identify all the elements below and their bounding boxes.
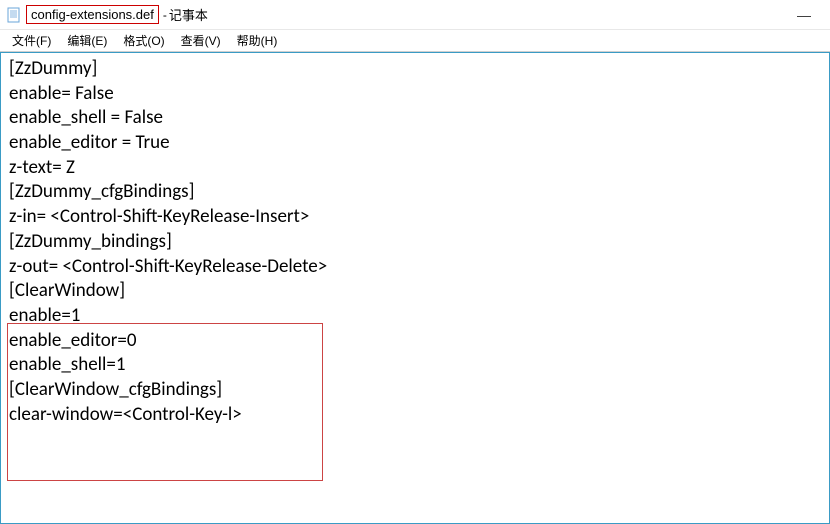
editor-textarea[interactable]: [ZzDummy] enable= False enable_shell = F… [0, 52, 830, 524]
text-line: enable= False [9, 82, 821, 107]
text-line: enable_editor = True [9, 131, 821, 156]
window-controls: — [790, 5, 824, 25]
text-line: [ClearWindow_cfgBindings] [9, 378, 821, 403]
minimize-button[interactable]: — [790, 5, 818, 25]
text-line: [ClearWindow] [9, 279, 821, 304]
text-line: [ZzDummy] [9, 57, 821, 82]
text-line: enable=1 [9, 304, 821, 329]
text-line: enable_editor=0 [9, 329, 821, 354]
text-line: z-in= <Control-Shift-KeyRelease-Insert> [9, 205, 821, 230]
text-line: z-text= Z [9, 156, 821, 181]
menubar: 文件(F) 编辑(E) 格式(O) 查看(V) 帮助(H) [0, 30, 830, 52]
menu-file[interactable]: 文件(F) [4, 30, 59, 51]
text-line: [ZzDummy_bindings] [9, 230, 821, 255]
notepad-icon [6, 7, 22, 23]
text-line: enable_shell=1 [9, 353, 821, 378]
text-line: clear-window=<Control-Key-l> [9, 403, 821, 428]
text-line: z-out= <Control-Shift-KeyRelease-Delete> [9, 255, 821, 280]
title-separator: - [163, 8, 167, 22]
menu-view[interactable]: 查看(V) [173, 30, 229, 51]
titlebar: config-extensions.def - 记事本 — [0, 0, 830, 30]
app-name: 记事本 [169, 5, 208, 24]
text-line: [ZzDummy_cfgBindings] [9, 180, 821, 205]
menu-edit[interactable]: 编辑(E) [59, 30, 115, 51]
menu-format[interactable]: 格式(O) [115, 30, 172, 51]
text-line: enable_shell = False [9, 106, 821, 131]
menu-help[interactable]: 帮助(H) [229, 30, 286, 51]
filename-highlight: config-extensions.def [26, 5, 159, 24]
